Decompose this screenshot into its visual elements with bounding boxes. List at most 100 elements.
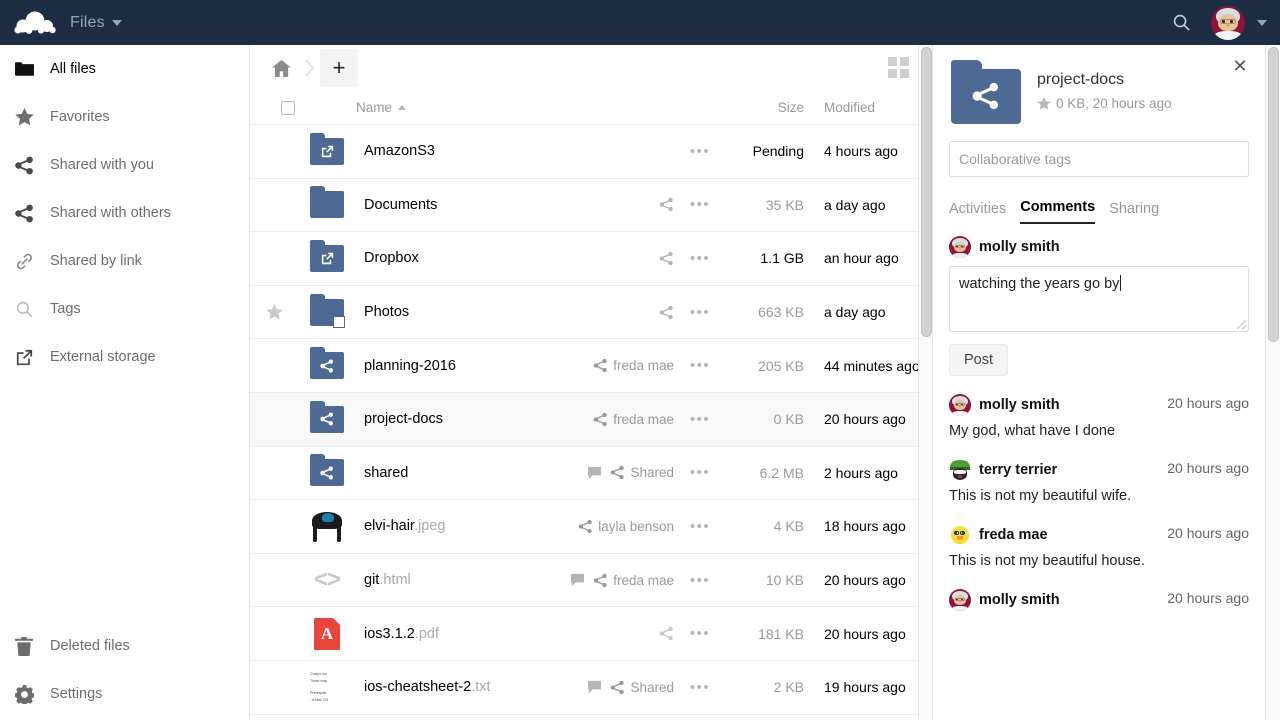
share-icon[interactable] [659, 305, 674, 320]
column-header-size[interactable]: Size [720, 100, 812, 115]
shared-with-badge[interactable]: Shared [610, 465, 674, 480]
star-icon[interactable] [1037, 97, 1051, 110]
shared-with-badge[interactable]: Shared [610, 680, 674, 695]
file-name[interactable]: project-docs [348, 411, 593, 427]
comment-header: freda mae 20 hours ago [949, 524, 1249, 546]
file-size: 205 KB [720, 358, 812, 374]
column-header-modified[interactable]: Modified [812, 100, 932, 115]
pdf-file-icon: A [306, 613, 348, 655]
select-all-checkbox[interactable] [281, 101, 295, 115]
table-row[interactable]: project-docs freda mae [250, 393, 932, 447]
row-actions-menu[interactable]: ••• [680, 518, 720, 535]
thumb-line: - A Mac OS [310, 698, 344, 702]
user-menu-caret-icon[interactable] [1252, 0, 1272, 45]
row-actions-menu[interactable]: ••• [680, 143, 720, 160]
comment-input[interactable]: watching the years go by [949, 266, 1249, 332]
row-actions-menu[interactable]: ••• [680, 679, 720, 696]
table-row[interactable]: Dropbox ••• 1.1 GB an hour ago [250, 232, 932, 286]
shared-with-badge[interactable]: freda mae [593, 573, 674, 588]
file-name-base: planning-2016 [364, 358, 456, 374]
sidebar-bottom-group: Deleted files Settings [0, 622, 249, 720]
shared-with-badge[interactable]: layla benson [578, 519, 674, 534]
tab-sharing[interactable]: Sharing [1109, 201, 1159, 224]
row-actions-menu[interactable]: ••• [680, 572, 720, 589]
table-row[interactable]: elvi-hair.jpeg layla benson [250, 500, 932, 554]
file-modified: an hour ago [812, 250, 932, 266]
file-name[interactable]: AmazonS3 [348, 143, 674, 159]
tab-activities[interactable]: Activities [949, 201, 1006, 224]
resize-handle[interactable] [1237, 320, 1246, 329]
table-row[interactable]: Craig's ow There may Prerequisi - A Mac … [250, 661, 932, 715]
page-scrollbar[interactable] [1265, 45, 1280, 720]
sidebar-item-deleted-files[interactable]: Deleted files [0, 622, 249, 670]
file-name-base: project-docs [364, 411, 443, 427]
file-name[interactable]: elvi-hair.jpeg [348, 518, 578, 534]
shared-with-badge[interactable]: freda mae [593, 412, 674, 427]
scrollbar-thumb[interactable] [1268, 47, 1279, 342]
owncloud-logo-icon[interactable] [0, 0, 70, 45]
sidebar-item-shared-with-others[interactable]: Shared with others [0, 189, 249, 237]
row-actions-menu[interactable]: ••• [680, 250, 720, 267]
file-name[interactable]: ios3.1.2.pdf [348, 626, 659, 642]
file-name-ext: .html [379, 572, 410, 588]
file-name[interactable]: planning-2016 [348, 358, 593, 374]
table-row[interactable]: A ios3.1.2.pdf ••• 181 KB 20 hours [250, 607, 932, 661]
grid-view-icon[interactable] [888, 57, 910, 79]
row-actions-menu[interactable]: ••• [680, 357, 720, 374]
new-file-button[interactable]: + [320, 49, 358, 87]
table-row[interactable]: AmazonS3 ••• Pending 4 hours ago [250, 125, 932, 179]
column-header-name[interactable]: Name [325, 100, 720, 115]
table-row[interactable]: planning-2016 freda mae [250, 339, 932, 393]
row-actions-menu[interactable]: ••• [680, 625, 720, 642]
app-menu-button[interactable]: Files [70, 14, 122, 32]
shared-with-label: freda mae [613, 573, 674, 588]
table-row[interactable]: shared [250, 447, 932, 501]
trash-icon [14, 636, 34, 656]
file-name[interactable]: shared [348, 465, 587, 481]
favorite-toggle[interactable] [250, 304, 298, 320]
share-icon [593, 412, 608, 427]
search-icon[interactable] [1158, 0, 1204, 45]
row-actions-menu[interactable]: ••• [680, 411, 720, 428]
row-actions-menu[interactable]: ••• [680, 304, 720, 321]
home-icon[interactable] [264, 51, 298, 85]
file-name[interactable]: git.html [348, 572, 570, 588]
file-name[interactable]: ios-cheatsheet-2.txt [348, 679, 587, 695]
row-actions-menu[interactable]: ••• [680, 196, 720, 213]
sidebar-item-settings[interactable]: Settings [0, 670, 249, 718]
tags-input[interactable] [959, 151, 1239, 167]
comment-icon[interactable] [587, 466, 602, 480]
file-list-scrollbar[interactable] [918, 45, 933, 720]
scrollbar-thumb[interactable] [921, 47, 932, 337]
table-row[interactable]: Photos ••• 663 KB a day ago [250, 286, 932, 340]
file-name[interactable]: Dropbox [348, 250, 659, 266]
shared-with-badge[interactable]: freda mae [593, 358, 674, 373]
list-item: terry terrier 20 hours ago This is not m… [949, 459, 1249, 504]
file-name[interactable]: Documents [348, 197, 659, 213]
file-name[interactable]: Photos [348, 304, 659, 320]
sidebar-item-tags[interactable]: Tags [0, 285, 249, 333]
tab-comments[interactable]: Comments [1020, 199, 1095, 224]
sidebar-item-favorites[interactable]: Favorites [0, 93, 249, 141]
collaborative-tags-field[interactable] [949, 141, 1249, 177]
share-icon[interactable] [659, 197, 674, 212]
sidebar-item-external-storage[interactable]: External storage [0, 333, 249, 381]
avatar[interactable] [1204, 0, 1252, 45]
file-name-base: git [364, 572, 379, 588]
sidebar-item-shared-by-link[interactable]: Shared by link [0, 237, 249, 285]
table-row[interactable]: Documents ••• 35 KB a day ago [250, 179, 932, 233]
post-comment-button[interactable]: Post [949, 344, 1008, 376]
table-row[interactable]: <> git.html [250, 554, 932, 608]
row-actions-menu[interactable]: ••• [680, 464, 720, 481]
comment-icon[interactable] [570, 573, 585, 587]
file-name-base: Dropbox [364, 250, 419, 266]
comment-icon[interactable] [587, 680, 602, 694]
sidebar-item-shared-with-you[interactable]: Shared with you [0, 141, 249, 189]
share-icon[interactable] [659, 626, 674, 641]
sidebar-item-all-files[interactable]: All files [0, 45, 249, 93]
close-icon[interactable]: ✕ [1231, 58, 1249, 76]
top-header: Files [0, 0, 1280, 45]
star-icon [266, 304, 283, 320]
file-name-base: ios3.1.2 [364, 626, 415, 642]
share-icon[interactable] [659, 251, 674, 266]
